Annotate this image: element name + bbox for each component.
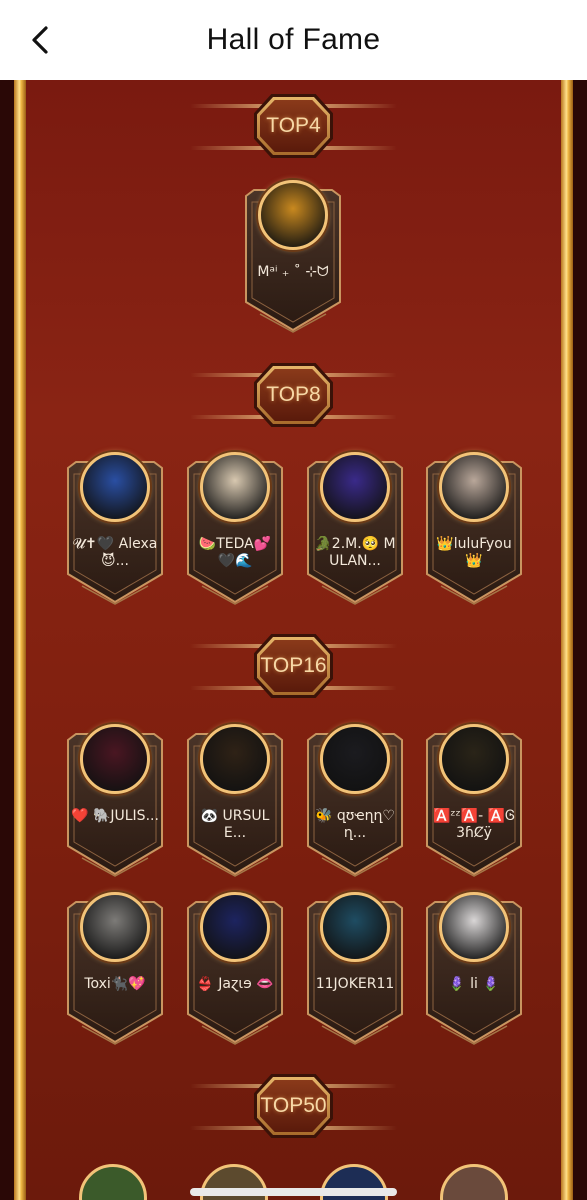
section-label: TOP16 xyxy=(260,654,327,677)
section-label: TOP4 xyxy=(266,114,321,137)
section-label: TOP50 xyxy=(260,1094,327,1117)
avatar[interactable] xyxy=(439,724,509,794)
member-card[interactable]: 🍉TEDA💕 🖤🌊 xyxy=(182,452,288,606)
section-badge-top8: TOP8 xyxy=(0,355,587,435)
member-name: 𝓤✝🖤 Alexa😈... xyxy=(72,536,158,569)
member-name: 👙 Jaɀɩɘ 👄 xyxy=(196,976,274,992)
member-name: 🐝 զʊҽղղ♡ղ... xyxy=(315,808,395,841)
member-card[interactable]: 🐼 URSULE... xyxy=(182,724,288,878)
avatar[interactable] xyxy=(200,892,270,962)
member-name: ❤️ 🐘JULIS... xyxy=(71,808,159,824)
member-card[interactable]: 🐝 զʊҽղղ♡ղ... xyxy=(302,724,408,878)
member-name: 🐼 URSULE... xyxy=(200,808,270,841)
avatar[interactable] xyxy=(439,452,509,522)
member-card[interactable]: 🅰️ᶻᶻ🅰️- 🅰️Ꮆ3ɦȻÿ xyxy=(421,724,527,878)
member-card[interactable]: Mᵃⁱ ₊ ˚ ⊹ᗢ xyxy=(240,180,346,334)
member-name: 🐊2.M.🥺 MULAN... xyxy=(314,536,396,569)
member-name: 👑luluFyou 👑 xyxy=(436,536,512,569)
member-name: 11JOKER11 xyxy=(315,976,395,992)
avatar[interactable] xyxy=(320,452,390,522)
section-badge-top4: TOP4 xyxy=(0,86,587,166)
header-bar: Hall of Fame xyxy=(0,0,587,80)
member-name: Toxi🐈‍⬛💖 xyxy=(84,976,146,992)
avatar[interactable] xyxy=(200,452,270,522)
member-card[interactable]: 𝓤✝🖤 Alexa😈... xyxy=(62,452,168,606)
home-indicator xyxy=(190,1188,397,1196)
back-button[interactable] xyxy=(24,22,60,58)
chevron-left-icon xyxy=(32,26,48,54)
member-card[interactable]: ❤️ 🐘JULIS... xyxy=(62,724,168,878)
member-card[interactable]: 👑luluFyou 👑 xyxy=(421,452,527,606)
member-name: 🅰️ᶻᶻ🅰️- 🅰️Ꮆ3ɦȻÿ xyxy=(433,808,515,841)
avatar[interactable] xyxy=(320,724,390,794)
member-name: Mᵃⁱ ₊ ˚ ⊹ᗢ xyxy=(257,264,329,280)
avatar[interactable] xyxy=(320,892,390,962)
member-card[interactable]: 🪻 li 🪻 xyxy=(421,892,527,1046)
avatar[interactable] xyxy=(258,180,328,250)
avatar[interactable] xyxy=(80,892,150,962)
section-badge-top16: TOP16 xyxy=(0,626,587,706)
member-name: 🍉TEDA💕 🖤🌊 xyxy=(198,536,272,569)
avatar[interactable] xyxy=(80,452,150,522)
section-badge-top50: TOP50 xyxy=(0,1066,587,1146)
member-card[interactable]: 11JOKER11 xyxy=(302,892,408,1046)
page-title: Hall of Fame xyxy=(206,23,381,56)
avatar[interactable] xyxy=(200,724,270,794)
avatar[interactable] xyxy=(80,724,150,794)
member-card[interactable]: Toxi🐈‍⬛💖 xyxy=(62,892,168,1046)
member-name: 🪻 li 🪻 xyxy=(448,976,500,992)
member-card[interactable]: 👙 Jaɀɩɘ 👄 xyxy=(182,892,288,1046)
section-label: TOP8 xyxy=(266,383,321,406)
member-card[interactable]: 🐊2.M.🥺 MULAN... xyxy=(302,452,408,606)
hall-of-fame-board[interactable]: TOP4 TOP8 TOP16 TOP50 Mᵃⁱ ₊ ˚ ⊹ᗢ 𝓤✝🖤 Alex… xyxy=(0,80,587,1200)
avatar[interactable] xyxy=(439,892,509,962)
